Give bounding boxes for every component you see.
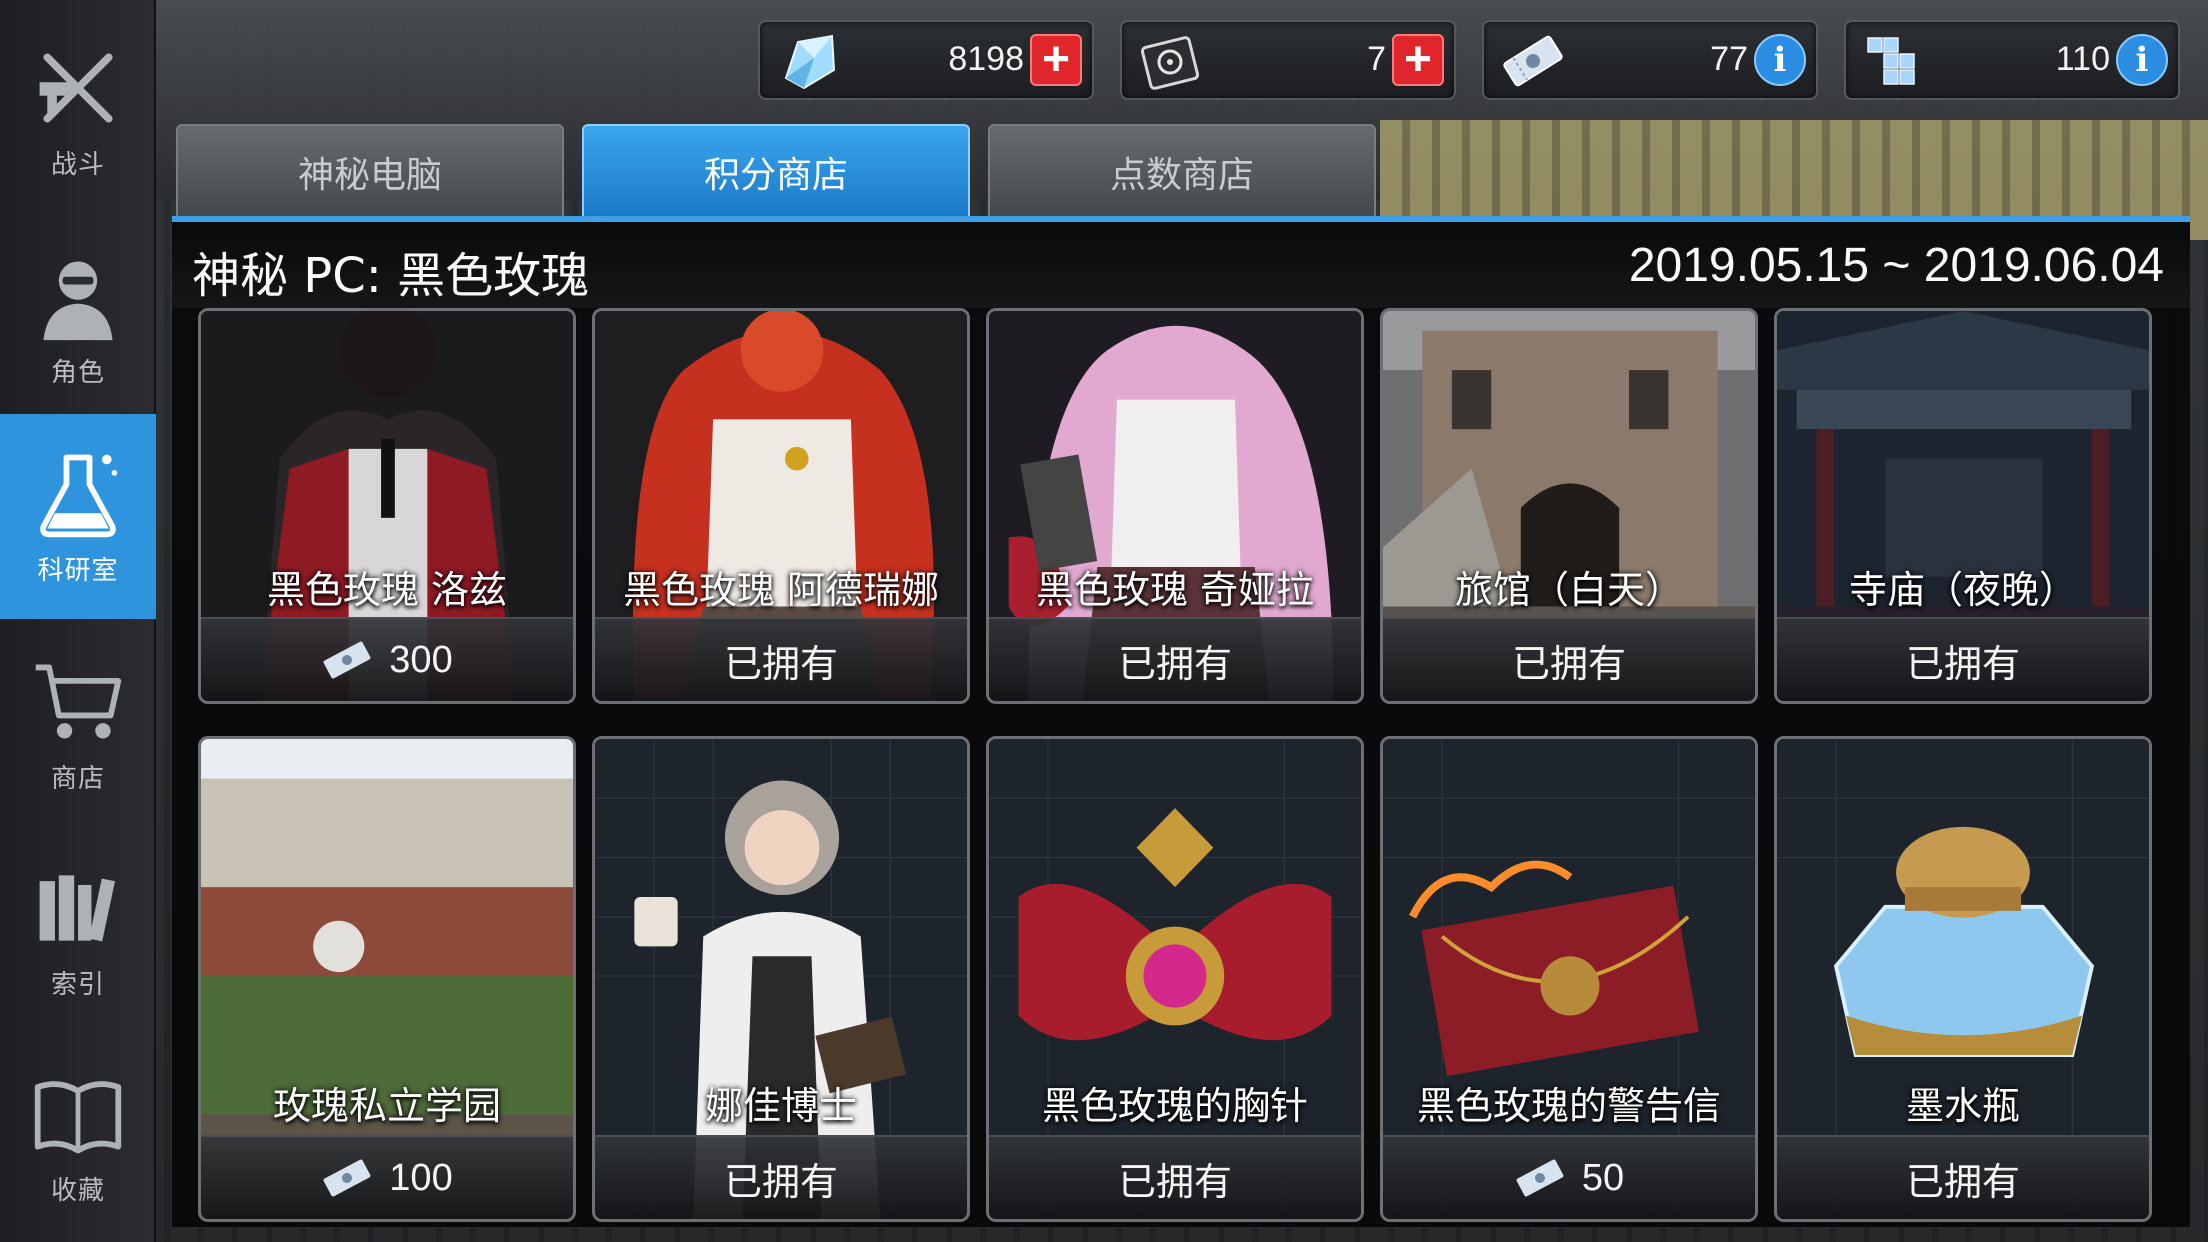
- buy-button[interactable]: 100: [201, 1135, 573, 1219]
- item-name: 黑色玫瑰的警告信: [1416, 1084, 1721, 1128]
- shop-item-card[interactable]: 娜佳博士 已拥有: [592, 736, 970, 1222]
- shop-item-card[interactable]: 旅馆（白天） 已拥有: [1380, 308, 1758, 704]
- owned-status: 已拥有: [1777, 617, 2149, 701]
- sidebar-item-index[interactable]: 索引: [0, 828, 156, 1033]
- ticket-icon: [323, 1159, 371, 1197]
- sidebar-item-lab[interactable]: 科研室: [0, 414, 156, 619]
- shop-item-card[interactable]: 墨水瓶 已拥有: [1774, 736, 2152, 1222]
- owned-status: 已拥有: [1383, 617, 1755, 701]
- sidebar-item-label: 科研室: [37, 556, 119, 586]
- index-icon: [39, 875, 115, 942]
- buy-button[interactable]: 50: [1383, 1135, 1755, 1219]
- sidebar-item-battle[interactable]: 战斗: [0, 8, 156, 213]
- item-status: 已拥有: [723, 641, 838, 686]
- sidebar-item-collection[interactable]: 收藏: [0, 1034, 156, 1239]
- sidebar-item-shop[interactable]: 商店: [0, 622, 156, 827]
- currency-ticket: 77 i: [1482, 20, 1818, 100]
- item-name: 寺庙（夜晚）: [1848, 568, 2077, 612]
- shop-panel: 神秘 PC: 黑色玫瑰 2019.05.15 ~ 2019.06.04 黑色玫瑰…: [172, 222, 2190, 1227]
- currency-value: 8198: [948, 40, 1024, 78]
- item-status: 已拥有: [723, 1159, 838, 1204]
- ticket-icon: [1516, 1159, 1564, 1197]
- flask-icon: [40, 454, 118, 538]
- item-status: 已拥有: [1905, 641, 2020, 686]
- cube-info-button[interactable]: i: [2116, 34, 2168, 86]
- buy-button[interactable]: 300: [201, 617, 573, 701]
- sidebar-item-label: 商店: [50, 764, 105, 794]
- sidebar: 战斗 角色 科研室 商店 索引 收藏: [0, 0, 156, 1242]
- currency-disk: 7 +: [1120, 20, 1456, 100]
- item-name: 娜佳博士: [704, 1084, 857, 1128]
- ticket-info-button[interactable]: i: [1754, 34, 1806, 86]
- shop-item-card[interactable]: 黑色玫瑰 阿德瑞娜 已拥有: [592, 308, 970, 704]
- cart-icon: [35, 664, 122, 739]
- disk-icon: [1140, 36, 1200, 90]
- item-name: 黑色玫瑰的胸针: [1041, 1084, 1308, 1128]
- tab-mystery-pc[interactable]: 神秘电脑: [176, 124, 564, 218]
- item-name: 墨水瓶: [1905, 1084, 2020, 1128]
- owned-status: 已拥有: [1777, 1135, 2149, 1219]
- currency-cube: 110 i: [1844, 20, 2180, 100]
- item-name: 黑色玫瑰 洛兹: [266, 568, 508, 612]
- currency-value: 7: [1367, 40, 1386, 78]
- ticket-icon: [1503, 35, 1563, 87]
- currency-crystal: 8198 +: [758, 20, 1094, 100]
- item-name: 黑色玫瑰 阿德瑞娜: [622, 568, 940, 612]
- battle-icon: [39, 53, 113, 123]
- item-price: 300: [389, 638, 453, 681]
- panel-header: 神秘 PC: 黑色玫瑰 2019.05.15 ~ 2019.06.04: [172, 222, 2190, 308]
- owned-status: 已拥有: [595, 617, 967, 701]
- event-period: 2019.05.15 ~ 2019.06.04: [1628, 239, 2164, 292]
- shop-item-card[interactable]: 黑色玫瑰 洛兹 300: [198, 308, 576, 704]
- page-title: 神秘 PC: 黑色玫瑰: [192, 248, 590, 304]
- book-icon: [34, 1081, 122, 1154]
- tab-point-shop[interactable]: 积分商店: [582, 124, 970, 218]
- sidebar-item-label: 索引: [50, 970, 105, 1000]
- cube-icon: [1867, 37, 1915, 85]
- sidebar-item-character[interactable]: 角色: [0, 216, 156, 421]
- shop-item-card[interactable]: 玫瑰私立学园 100: [198, 736, 576, 1222]
- sidebar-item-label: 收藏: [50, 1176, 105, 1206]
- item-status: 已拥有: [1905, 1159, 2020, 1204]
- ticket-icon: [323, 641, 371, 679]
- currency-value: 110: [2055, 40, 2110, 78]
- item-price: 100: [389, 1156, 453, 1199]
- currency-value: 77: [1710, 40, 1748, 78]
- character-icon: [43, 261, 113, 341]
- owned-status: 已拥有: [989, 617, 1361, 701]
- sidebar-item-label: 战斗: [50, 150, 105, 180]
- item-price: 50: [1581, 1156, 1625, 1199]
- shop-item-card[interactable]: 寺庙（夜晚） 已拥有: [1774, 308, 2152, 704]
- shop-item-card[interactable]: 黑色玫瑰的警告信 50: [1380, 736, 1758, 1222]
- item-name: 黑色玫瑰 奇娅拉: [1035, 568, 1315, 612]
- add-disk-button[interactable]: +: [1392, 34, 1444, 86]
- crystal-icon: [784, 34, 836, 90]
- item-name: 玫瑰私立学园: [272, 1084, 501, 1128]
- owned-status: 已拥有: [595, 1135, 967, 1219]
- item-status: 已拥有: [1117, 641, 1232, 686]
- shop-item-card[interactable]: 黑色玫瑰 奇娅拉 已拥有: [986, 308, 1364, 704]
- sidebar-item-label: 角色: [50, 358, 105, 388]
- item-status: 已拥有: [1511, 641, 1626, 686]
- shop-item-card[interactable]: 黑色玫瑰的胸针 已拥有: [986, 736, 1364, 1222]
- owned-status: 已拥有: [989, 1135, 1361, 1219]
- item-status: 已拥有: [1117, 1159, 1232, 1204]
- add-crystal-button[interactable]: +: [1030, 34, 1082, 86]
- tab-credit-shop[interactable]: 点数商店: [988, 124, 1376, 218]
- item-name: 旅馆（白天）: [1454, 568, 1683, 612]
